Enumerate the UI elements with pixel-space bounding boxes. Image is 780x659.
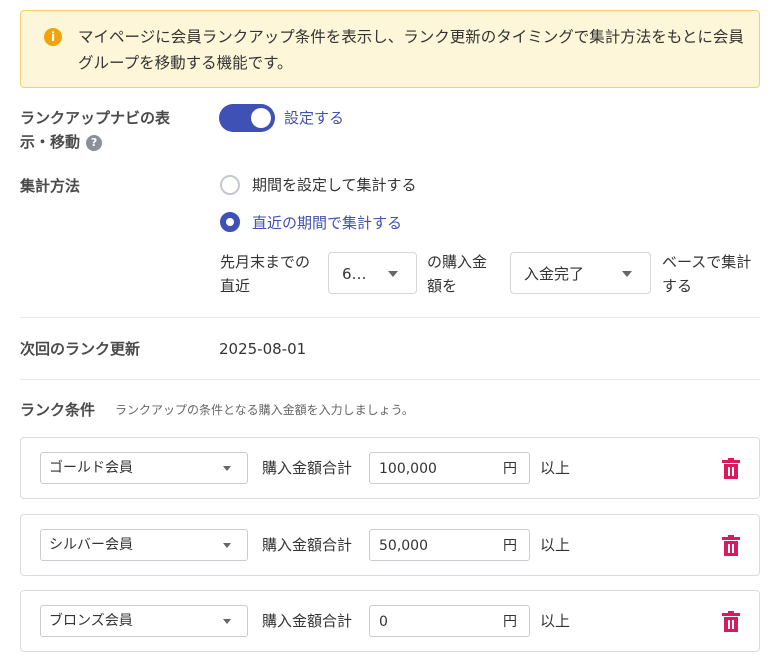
rank-navi-label: ランクアップナビの表 示・移動? bbox=[20, 106, 170, 154]
amount-input[interactable]: 100,000 円 bbox=[369, 452, 530, 484]
amount-value: 50,000 bbox=[379, 538, 428, 554]
purchase-total-label: 購入金額合計 bbox=[262, 612, 353, 630]
trash-icon[interactable] bbox=[721, 611, 741, 633]
radio-recent-period-label[interactable]: 直近の期間で集計する bbox=[252, 211, 402, 235]
rank-select[interactable]: シルバー会員 bbox=[40, 529, 248, 561]
rank-conditions-hint: ランクアップの条件となる購入金額を入力しましょう。 bbox=[115, 403, 414, 417]
divider bbox=[20, 379, 760, 380]
payment-status-value: 入金完了 bbox=[524, 265, 585, 283]
trash-icon[interactable] bbox=[721, 458, 741, 480]
sentence-suffix-line1: ベースで集計 bbox=[662, 253, 752, 271]
sentence-middle-line2: 額を bbox=[427, 277, 458, 295]
or-more-label: 以上 bbox=[540, 536, 571, 554]
purchase-total-label: 購入金額合計 bbox=[262, 459, 353, 477]
notice-text: マイページに会員ランクアップ条件を表示し、ランク更新のタイミングで集計方法をもと… bbox=[78, 28, 744, 72]
rank-select-value: ゴールド会員 bbox=[49, 460, 133, 476]
sentence-middle: の購入金 額を bbox=[427, 250, 487, 298]
amount-value: 100,000 bbox=[379, 461, 437, 477]
sentence-prefix-line1: 先月末までの bbox=[220, 253, 311, 271]
amount-input[interactable]: 0 円 bbox=[369, 605, 530, 637]
radio-set-period-label[interactable]: 期間を設定して集計する bbox=[252, 173, 417, 197]
chevron-down-icon bbox=[388, 271, 398, 277]
rank-condition-row: ゴールド会員 購入金額合計 100,000 円 以上 bbox=[20, 437, 760, 499]
rank-select[interactable]: ブロンズ会員 bbox=[40, 605, 248, 637]
sentence-suffix-line2: する bbox=[662, 277, 693, 295]
help-icon[interactable]: ? bbox=[86, 135, 103, 151]
rank-condition-row: ブロンズ会員 購入金額合計 0 円 以上 bbox=[20, 590, 760, 652]
sentence-suffix: ベースで集計 する bbox=[662, 250, 751, 298]
or-more-label: 以上 bbox=[540, 459, 571, 477]
yen-unit: 円 bbox=[503, 614, 517, 630]
period-select-value: 6… bbox=[342, 265, 367, 283]
rank-condition-row: シルバー会員 購入金額合計 50,000 円 以上 bbox=[20, 514, 760, 576]
purchase-total-label: 購入金額合計 bbox=[262, 536, 353, 554]
rank-navi-label-line1: ランクアップナビの表 bbox=[20, 109, 171, 127]
toggle-knob bbox=[251, 108, 271, 128]
sentence-prefix: 先月末までの 直近 bbox=[220, 250, 310, 298]
next-update-value: 2025-08-01 bbox=[219, 340, 307, 358]
trash-icon[interactable] bbox=[721, 535, 741, 557]
or-more-label: 以上 bbox=[540, 612, 571, 630]
payment-status-select[interactable]: 入金完了 bbox=[510, 252, 651, 294]
sentence-middle-line1: の購入金 bbox=[427, 253, 488, 271]
chevron-down-icon bbox=[223, 619, 231, 624]
toggle-label: 設定する bbox=[284, 109, 345, 127]
sentence-prefix-line2: 直近 bbox=[220, 277, 251, 295]
rank-select-value: シルバー会員 bbox=[49, 537, 133, 553]
chevron-down-icon bbox=[223, 543, 231, 548]
rank-select[interactable]: ゴールド会員 bbox=[40, 452, 248, 484]
divider bbox=[20, 317, 760, 318]
info-notice: i マイページに会員ランクアップ条件を表示し、ランク更新のタイミングで集計方法を… bbox=[20, 10, 760, 88]
amount-value: 0 bbox=[379, 614, 388, 630]
amount-input[interactable]: 50,000 円 bbox=[369, 529, 530, 561]
rank-navi-label-line2: 示・移動 bbox=[20, 133, 81, 151]
radio-set-period[interactable] bbox=[220, 175, 240, 195]
aggregation-label: 集計方法 bbox=[20, 177, 81, 195]
rank-select-value: ブロンズ会員 bbox=[49, 613, 133, 629]
rank-navi-toggle[interactable] bbox=[219, 104, 275, 132]
period-select[interactable]: 6… bbox=[328, 252, 417, 294]
yen-unit: 円 bbox=[503, 461, 517, 477]
next-update-label: 次回のランク更新 bbox=[20, 340, 141, 358]
info-icon: i bbox=[44, 28, 62, 46]
yen-unit: 円 bbox=[503, 538, 517, 554]
rank-conditions-label: ランク条件 bbox=[20, 401, 96, 419]
radio-recent-period[interactable] bbox=[220, 212, 240, 232]
chevron-down-icon bbox=[622, 271, 632, 277]
chevron-down-icon bbox=[223, 466, 231, 471]
